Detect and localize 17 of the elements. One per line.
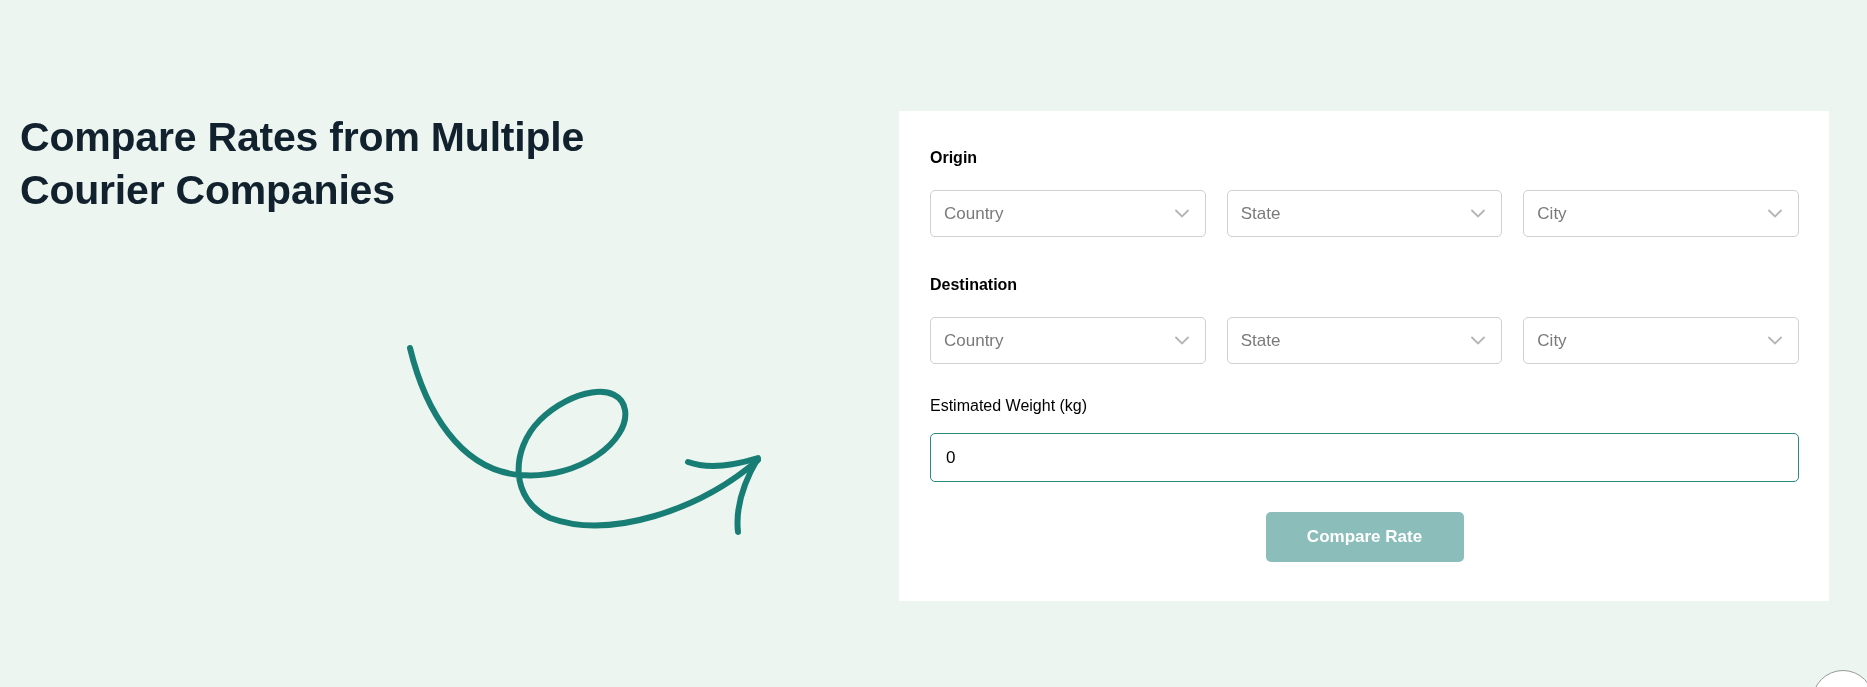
section-label: Destination [930, 275, 1019, 295]
dropdown-field[interactable]: City [1523, 317, 1799, 364]
chevron-down-icon [1471, 209, 1486, 218]
chevron-down-icon [1471, 336, 1486, 345]
page-heading: Compare Rates from Multiple Courier Companies [20, 113, 586, 215]
chevron-down-icon [1768, 336, 1782, 345]
dropdown-field[interactable]: City [1523, 190, 1799, 237]
weight-input-field[interactable]: 0 [930, 433, 1799, 482]
dropdown-field[interactable]: Country [930, 317, 1206, 364]
dropdown-field[interactable]: State [1226, 317, 1503, 364]
dropdown-field[interactable]: State [1226, 190, 1503, 237]
chevron-down-icon [1768, 209, 1782, 218]
field-label: Estimated Weight (kg) [930, 396, 1089, 416]
dropdown-field[interactable]: Country [930, 190, 1206, 237]
section-label: Origin [930, 148, 979, 168]
chevron-down-icon [1174, 209, 1189, 218]
chevron-down-icon [1174, 336, 1189, 345]
